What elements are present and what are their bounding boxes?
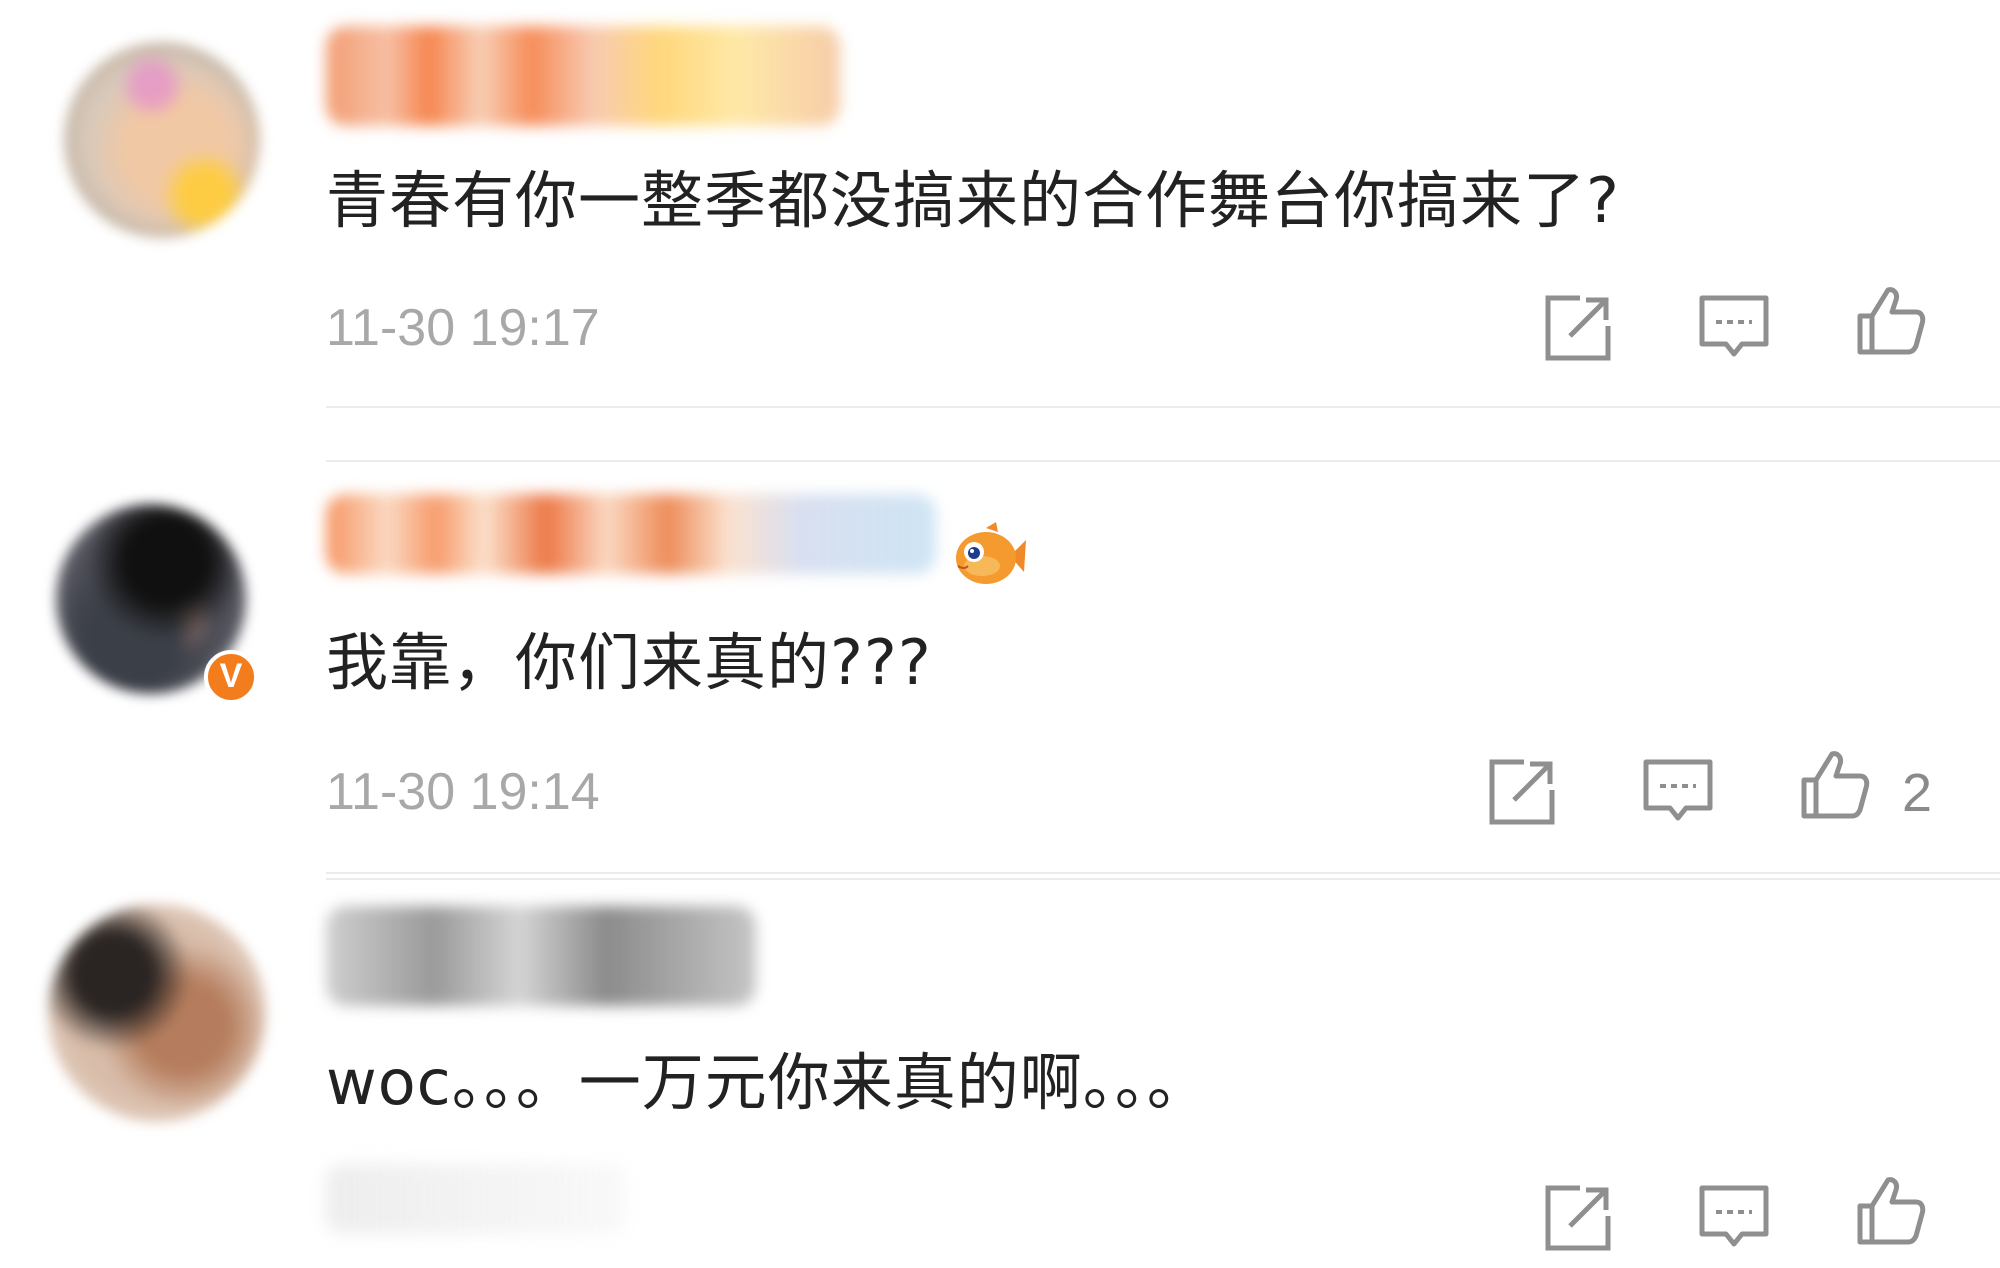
username-blurred[interactable]: [326, 26, 840, 126]
share-button[interactable]: [1484, 754, 1560, 830]
comment-icon: [1699, 1185, 1769, 1247]
comment-icon: [1699, 295, 1769, 357]
share-button[interactable]: [1540, 290, 1616, 366]
comment-text: 我靠，你们来真的???: [326, 626, 932, 699]
like-button[interactable]: [1796, 746, 1872, 822]
fish-emoji-icon: [956, 522, 1026, 584]
timestamp-blurred: [326, 1164, 626, 1234]
avatar[interactable]: [64, 42, 260, 238]
username-blurred[interactable]: [326, 906, 756, 1006]
like-button[interactable]: [1852, 282, 1928, 358]
reply-button[interactable]: [1696, 1180, 1772, 1256]
comment-icon: [1643, 759, 1713, 821]
comment-item: woc。。。一万元你来真的啊。。。: [0, 874, 2000, 1268]
comment-item: 青春有你一整季都没搞来的合作舞台你搞来了? 11-30 19:17: [0, 0, 2000, 408]
comment-text: woc。。。一万元你来真的啊。。。: [326, 1046, 1210, 1119]
comment-feed: 青春有你一整季都没搞来的合作舞台你搞来了? 11-30 19:17 V 我靠，你…: [0, 0, 2000, 1268]
share-button[interactable]: [1540, 1180, 1616, 1256]
like-count: 2: [1902, 763, 1933, 823]
timestamp: 11-30 19:17: [326, 299, 600, 357]
like-button[interactable]: [1852, 1172, 1928, 1248]
reply-button[interactable]: [1696, 290, 1772, 366]
avatar[interactable]: [48, 904, 266, 1122]
comment-text: 青春有你一整季都没搞来的合作舞台你搞来了?: [326, 164, 1620, 237]
reply-button[interactable]: [1640, 754, 1716, 830]
share-icon: [1489, 759, 1555, 825]
thumbs-up-icon: [1801, 751, 1870, 819]
username-blurred[interactable]: [326, 494, 936, 574]
thumbs-up-icon: [1857, 287, 1926, 355]
timestamp: 11-30 19:14: [326, 763, 600, 821]
divider: [326, 406, 2000, 408]
comment-item: V 我靠，你们来真的??? 11-30 19:14 2: [0, 462, 2000, 874]
share-icon: [1545, 295, 1611, 361]
share-icon: [1545, 1185, 1611, 1251]
verified-badge: V: [204, 650, 258, 704]
thumbs-up-icon: [1857, 1177, 1926, 1245]
